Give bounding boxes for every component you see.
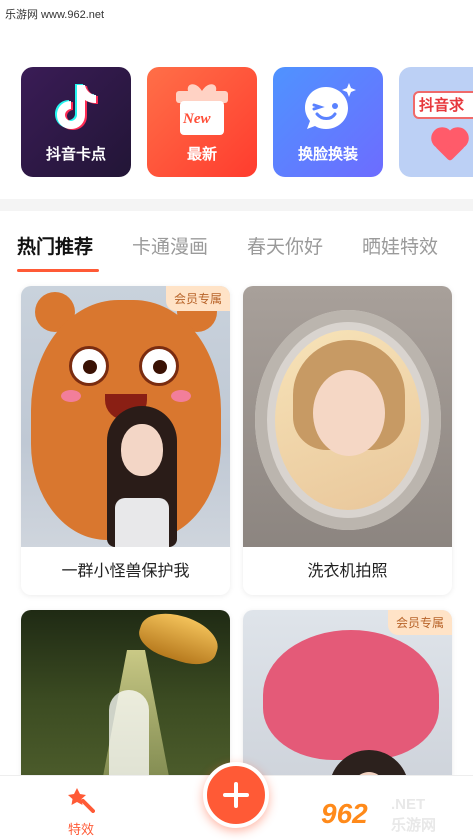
effect-card[interactable]: 会员专属 一群小怪兽保护我	[21, 286, 230, 595]
nav-effects[interactable]: 特效	[53, 785, 109, 838]
quick-tile-label: 最新	[186, 145, 217, 163]
site-watermark-text: 乐游网 www.962.net	[5, 9, 105, 21]
quick-tile-tiktok[interactable]: 抖音卡点	[21, 67, 131, 177]
effect-card-title: 洗衣机拍照	[307, 561, 388, 580]
quick-tile-tiktok-request[interactable]: 抖音求	[399, 67, 473, 177]
category-tabs: 热门推荐 卡通漫画 春天你好 晒娃特效	[17, 232, 473, 272]
effect-thumbnail	[243, 286, 452, 547]
quick-tile-banner: 抖音求	[413, 91, 473, 119]
quick-tile-label: 换脸换装	[297, 145, 358, 163]
tab-baby-effects[interactable]: 晒娃特效	[362, 232, 438, 259]
quick-tile-face-swap[interactable]: 换脸换装	[273, 67, 383, 177]
magic-wand-icon	[67, 788, 95, 817]
face-wink-icon	[299, 81, 357, 141]
effect-thumbnail: 会员专属	[21, 286, 230, 547]
quick-tile-label: 抖音卡点	[45, 145, 106, 163]
site-logo-watermark: 962 .NET 乐游网	[321, 792, 467, 834]
create-plus-button[interactable]	[203, 762, 269, 828]
effect-card-title: 一群小怪兽保护我	[61, 561, 190, 580]
new-badge-text: New	[183, 111, 211, 127]
nav-effects-label: 特效	[67, 823, 94, 838]
watermark-logo-number: 962	[321, 798, 368, 829]
vip-badge: 会员专属	[387, 610, 452, 635]
vip-badge: 会员专属	[165, 286, 230, 311]
quick-tiles-row: 抖音卡点 New 最新 换脸换装 抖音求	[21, 67, 473, 177]
tab-cartoon-comic[interactable]: 卡通漫画	[132, 232, 208, 259]
quick-tile-latest[interactable]: New 最新	[147, 67, 257, 177]
tiktok-note-icon	[53, 81, 99, 137]
active-tab-indicator	[17, 269, 99, 272]
effect-card[interactable]: 洗衣机拍照	[243, 286, 452, 595]
section-divider	[0, 199, 473, 211]
heart-icon	[434, 130, 466, 162]
tab-hello-spring[interactable]: 春天你好	[247, 232, 323, 259]
watermark-logo-domain: .NET	[391, 796, 426, 813]
watermark-logo-cn: 乐游网	[391, 816, 437, 834]
tab-hot-recommend[interactable]: 热门推荐	[17, 232, 93, 259]
